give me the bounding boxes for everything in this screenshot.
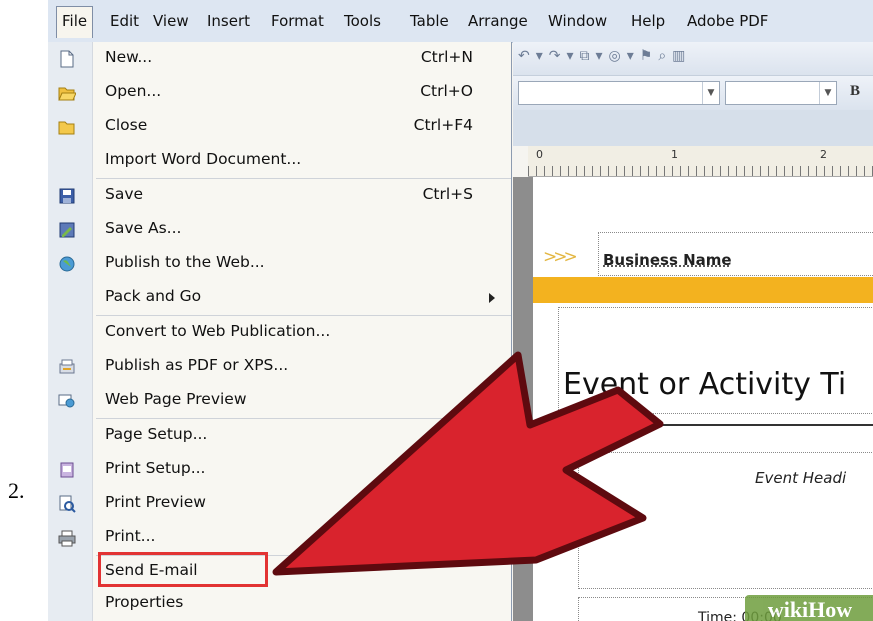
red-annotation-arrow [272,351,664,576]
publisher-window: File Edit View Insert Format Tools Table… [48,0,873,621]
step-number: 2. [8,478,25,503]
